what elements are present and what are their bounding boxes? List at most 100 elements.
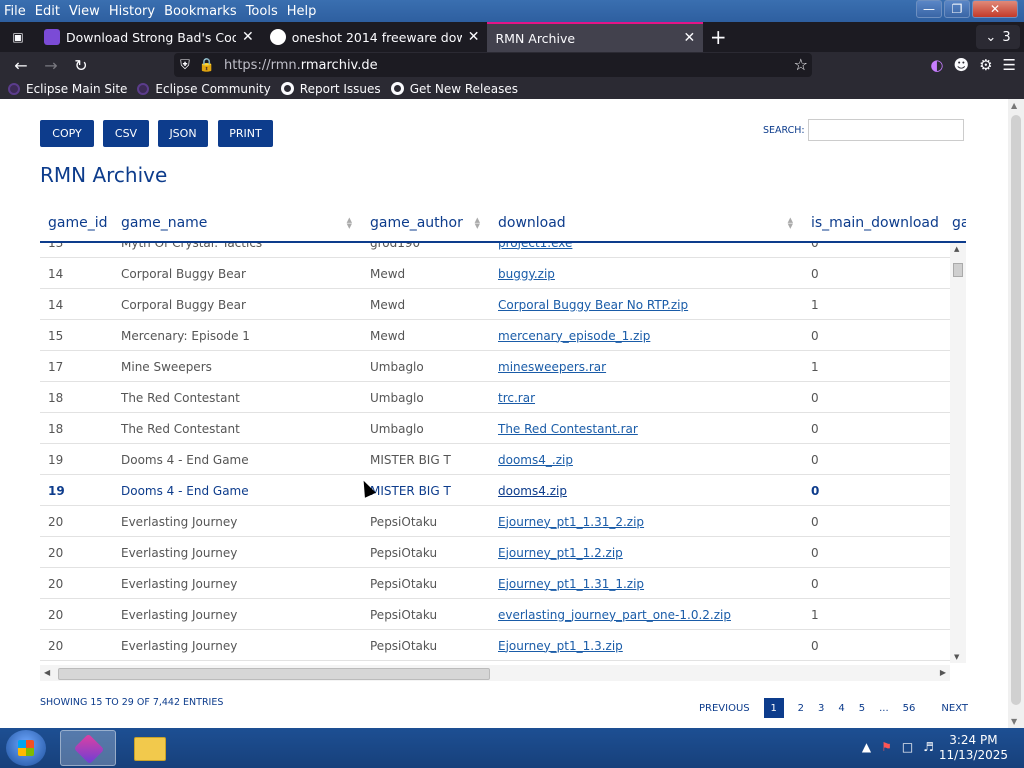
column-header-is-main-download[interactable]: is_main_download xyxy=(803,205,944,241)
scroll-up-icon[interactable]: ▲ xyxy=(1011,101,1017,110)
table-row[interactable]: 20 Everlasting Journey PepsiOtaku Ejourney_… xyxy=(40,630,950,661)
table-row[interactable]: 20 Everlasting Journey PepsiOtaku Ejourney_… xyxy=(40,506,950,537)
menu-tools[interactable]: Tools xyxy=(246,4,278,19)
close-tab-icon[interactable]: ✕ xyxy=(468,29,480,45)
download-link[interactable]: mercenary_episode_1.zip xyxy=(490,320,650,351)
csv-button[interactable]: CSV xyxy=(103,120,149,147)
column-header-download[interactable]: download ▲ ▼ xyxy=(490,205,803,241)
scroll-down-icon[interactable]: ▼ xyxy=(1011,717,1017,726)
table-row[interactable]: 18 The Red Contestant Umbaglo trc.rar 0 xyxy=(40,382,950,413)
close-tab-icon[interactable]: ✕ xyxy=(683,30,695,46)
menu-bookmarks[interactable]: Bookmarks xyxy=(164,4,237,19)
menu-help[interactable]: Help xyxy=(287,4,317,19)
minimize-button[interactable]: — xyxy=(916,0,942,18)
taskbar-explorer[interactable] xyxy=(122,730,178,766)
column-header-game-id[interactable]: game_id xyxy=(40,205,113,241)
download-link[interactable]: dooms4_.zip xyxy=(490,444,573,475)
shield-icon[interactable]: ⛨ xyxy=(174,58,196,73)
close-window-button[interactable]: ✕ xyxy=(972,0,1018,18)
bookmark-eclipse-main[interactable]: Eclipse Main Site xyxy=(8,82,127,96)
download-link[interactable]: Ejourney_pt1_1.31_1.zip xyxy=(490,568,644,599)
search-input[interactable] xyxy=(808,119,964,141)
download-link[interactable]: everlasting_journey_part_one-1.0.2.zip xyxy=(490,599,731,630)
start-button[interactable] xyxy=(6,730,46,766)
menu-view[interactable]: View xyxy=(69,4,100,19)
table-row[interactable]: 20 Everlasting Journey PepsiOtaku everlasti… xyxy=(40,599,950,630)
download-link[interactable]: Ejourney_pt1_1.31_2.zip xyxy=(490,506,644,537)
json-button[interactable]: JSON xyxy=(158,120,208,147)
extensions-icon[interactable]: ⚙ xyxy=(979,56,992,74)
back-button[interactable]: ← xyxy=(6,52,36,78)
print-button[interactable]: PRINT xyxy=(218,120,273,147)
download-link[interactable]: Corporal Buggy Bear No RTP.zip xyxy=(490,289,688,320)
bookmark-eclipse-community[interactable]: Eclipse Community xyxy=(137,82,271,96)
reload-button[interactable]: ↻ xyxy=(66,52,96,78)
hamburger-menu-icon[interactable]: ☰ xyxy=(1003,56,1016,74)
tab-strong-bad[interactable]: Download Strong Bad's Cool Ga ✕ xyxy=(36,22,262,52)
next-page-button[interactable]: NEXT xyxy=(941,703,968,714)
extension-icon[interactable]: ◐ xyxy=(930,56,943,74)
table-row[interactable]: 17 Mine Sweepers Umbaglo minesweepers.rar 1 xyxy=(40,351,950,382)
menu-edit[interactable]: Edit xyxy=(35,4,60,19)
copy-button[interactable]: COPY xyxy=(40,120,94,147)
page-1-button[interactable]: 1 xyxy=(763,698,784,718)
scroll-left-icon[interactable]: ◀ xyxy=(44,668,50,677)
scroll-thumb[interactable] xyxy=(58,668,490,680)
taskbar-firefox[interactable] xyxy=(60,730,116,766)
tab-oneshot[interactable]: oneshot 2014 freeware downloa ✕ xyxy=(262,22,488,52)
new-tab-button[interactable]: + xyxy=(703,22,733,52)
flag-icon[interactable]: ⚑ xyxy=(881,740,892,754)
page-vertical-scrollbar[interactable]: ▲ ▼ xyxy=(1008,99,1024,728)
download-link[interactable]: Ejourney_pt1_1.3.zip xyxy=(490,630,623,661)
system-clock[interactable]: 3:24 PM 11/13/2025 xyxy=(939,733,1008,763)
download-link[interactable]: minesweepers.rar xyxy=(490,351,606,382)
download-link[interactable]: The Red Contestant.rar xyxy=(490,413,638,444)
table-row[interactable]: 18 The Red Contestant Umbaglo The Red Conte… xyxy=(40,413,950,444)
previous-page-button[interactable]: PREVIOUS xyxy=(699,703,750,714)
download-link[interactable]: buggy.zip xyxy=(490,258,555,289)
show-hidden-icons-icon[interactable]: ▲ xyxy=(862,740,871,754)
scroll-thumb[interactable] xyxy=(953,263,963,277)
table-row[interactable]: 20 Everlasting Journey PepsiOtaku Ejourney_… xyxy=(40,537,950,568)
page-5-button[interactable]: 5 xyxy=(859,703,865,714)
bookmark-report-issues[interactable]: Report Issues xyxy=(280,82,381,96)
column-header-game-author[interactable]: game_author ▲ ▼ xyxy=(362,205,490,241)
table-row[interactable]: 14 Corporal Buggy Bear Mewd Corporal Buggy … xyxy=(40,289,950,320)
table-row[interactable]: 14 Corporal Buggy Bear Mewd buggy.zip 0 xyxy=(40,258,950,289)
network-icon[interactable]: □ xyxy=(902,740,913,754)
maximize-button[interactable]: ❐ xyxy=(944,0,970,18)
download-link[interactable]: Ejourney_pt1_1.2.zip xyxy=(490,537,623,568)
menu-history[interactable]: History xyxy=(109,4,155,19)
page-3-button[interactable]: 3 xyxy=(818,703,824,714)
table-row[interactable]: 13 Myth Of Crystal: Tactics grod190 project… xyxy=(40,243,950,258)
close-tab-icon[interactable]: ✕ xyxy=(242,29,254,45)
column-header-game-name[interactable]: game_name ▲ ▼ xyxy=(113,205,362,241)
firefox-view-icon[interactable]: ▣ xyxy=(0,22,36,52)
page-56-button[interactable]: 56 xyxy=(903,703,916,714)
table-row[interactable]: 15 Mercenary: Episode 1 Mewd mercenary_epis… xyxy=(40,320,950,351)
bookmark-star-icon[interactable]: ☆ xyxy=(794,55,808,74)
scroll-thumb[interactable] xyxy=(1011,115,1021,705)
download-link[interactable]: trc.rar xyxy=(490,382,535,413)
page-2-button[interactable]: 2 xyxy=(798,703,804,714)
table-row[interactable]: 20 Everlasting Journey PepsiOtaku Ejourney_… xyxy=(40,568,950,599)
account-icon[interactable]: ☻ xyxy=(953,56,969,74)
address-bar[interactable]: ⛨ 🔒 https://rmn.rmarchiv.de ☆ xyxy=(174,53,812,77)
list-all-tabs-button[interactable]: ⌄ 3 xyxy=(976,25,1020,49)
column-header-ga[interactable]: ga xyxy=(944,205,966,241)
volume-muted-icon[interactable]: ♬ xyxy=(923,740,934,754)
scroll-up-icon[interactable]: ▲ xyxy=(954,245,959,253)
table-horizontal-scrollbar[interactable]: ◀ ▶ xyxy=(40,665,950,681)
forward-button[interactable]: → xyxy=(36,52,66,78)
menu-file[interactable]: File xyxy=(4,4,26,19)
bookmark-get-new-releases[interactable]: Get New Releases xyxy=(390,82,518,96)
table-row[interactable]: 19 Dooms 4 - End Game MISTER BIG T dooms4.z… xyxy=(40,475,950,506)
download-link[interactable]: dooms4.zip xyxy=(490,475,567,506)
scroll-right-icon[interactable]: ▶ xyxy=(940,668,946,677)
lock-icon[interactable]: 🔒 xyxy=(196,58,218,73)
scroll-down-icon[interactable]: ▼ xyxy=(954,653,959,661)
table-vertical-scrollbar[interactable]: ▲ ▼ xyxy=(950,243,966,663)
page-4-button[interactable]: 4 xyxy=(838,703,844,714)
download-link[interactable]: project1.exe xyxy=(490,243,572,258)
tab-rmn-archive[interactable]: RMN Archive ✕ xyxy=(487,22,704,52)
